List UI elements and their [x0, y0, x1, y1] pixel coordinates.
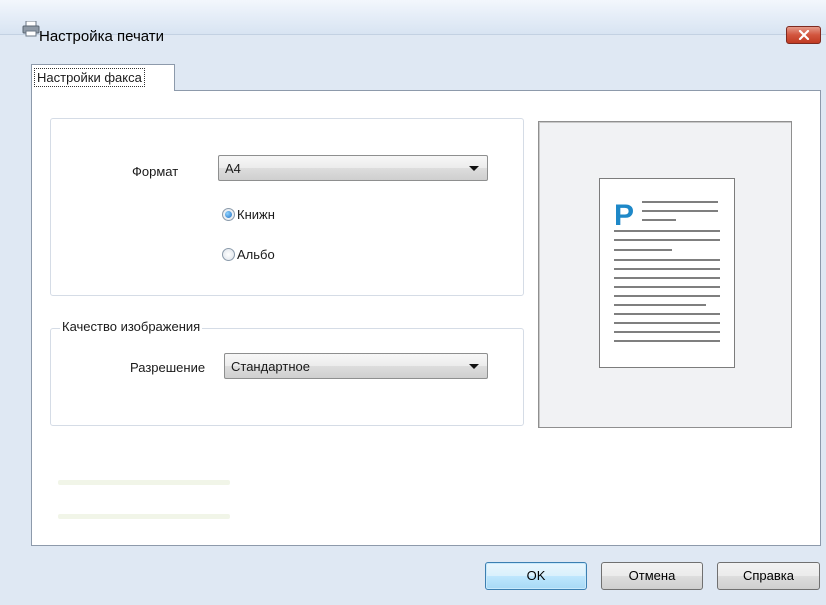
divider	[58, 514, 230, 519]
landscape-radio[interactable]	[222, 248, 235, 261]
preview-page: P	[599, 178, 735, 368]
resolution-value: Стандартное	[231, 359, 310, 374]
landscape-label: Альбо	[237, 247, 275, 262]
preview-letter: P	[614, 199, 634, 232]
portrait-label: Книжн	[237, 207, 275, 222]
document-icon: P	[614, 199, 720, 342]
chevron-down-icon	[469, 364, 479, 369]
close-icon	[798, 30, 810, 40]
ok-button[interactable]: OK	[485, 562, 587, 590]
title-bar: Настройка печати	[0, 0, 826, 45]
image-quality-legend: Качество изображения	[60, 319, 203, 334]
tab-fax-settings[interactable]: Настройки факса	[31, 64, 175, 91]
resolution-label: Разрешение	[130, 360, 206, 375]
chevron-down-icon	[469, 166, 479, 171]
resolution-select[interactable]: Стандартное	[224, 353, 488, 379]
portrait-radio[interactable]	[222, 208, 235, 221]
paper-group	[50, 118, 524, 296]
help-button[interactable]: Справка	[717, 562, 820, 590]
close-button[interactable]	[786, 26, 821, 44]
format-value: A4	[225, 161, 241, 176]
format-label: Формат	[132, 164, 179, 179]
window-title: Настройка печати	[39, 28, 165, 45]
printer-icon	[22, 21, 40, 37]
format-select[interactable]: A4	[218, 155, 488, 181]
tab-label: Настройки факса	[34, 68, 145, 87]
divider	[58, 480, 230, 485]
cancel-button[interactable]: Отмена	[601, 562, 703, 590]
